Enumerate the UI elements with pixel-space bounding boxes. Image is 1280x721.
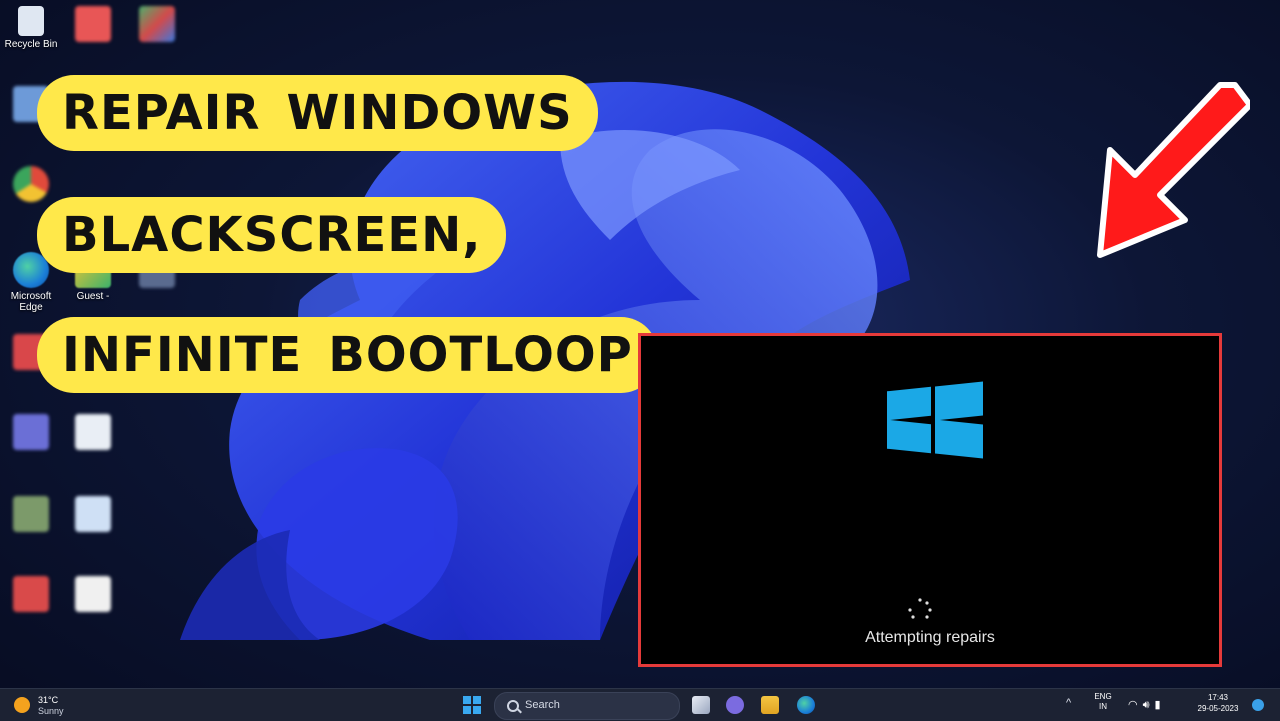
title-line-1: REPAIR WINDOWS [40, 78, 595, 148]
notification-icon[interactable] [1252, 699, 1264, 711]
desktop-icon-label: Recycle Bin [4, 39, 58, 50]
title-word: BOOTLOOP [328, 327, 633, 383]
desktop-icon-blurred-11[interactable] [0, 576, 62, 615]
desktop: Recycle Bin Microsoft Edge Guest - REPAI… [0, 0, 1280, 688]
language-line1: ENG [1094, 692, 1112, 701]
volume-icon: 🔊︎ [1142, 699, 1155, 711]
language-indicator[interactable]: ENG IN [1092, 692, 1114, 712]
sun-icon [14, 697, 30, 713]
windows-logo-icon [887, 381, 983, 459]
chrome-icon [13, 166, 49, 202]
desktop-icon-blurred-8[interactable] [62, 414, 124, 453]
red-arrow-icon [1097, 82, 1250, 258]
desktop-icon-blurred-2[interactable] [126, 6, 188, 45]
weather-condition: Sunny [38, 706, 64, 716]
task-view-icon[interactable] [692, 696, 710, 714]
desktop-icon-blurred-12[interactable] [62, 576, 124, 615]
tray-overflow-chevron-icon[interactable]: ^ [1066, 697, 1071, 709]
title-word: REPAIR [62, 85, 261, 141]
desktop-icon-blurred-9[interactable] [0, 496, 62, 535]
clock-date: 29-05-2023 [1197, 704, 1239, 713]
document-icon [75, 496, 111, 532]
title-word: WINDOWS [286, 85, 573, 141]
app-icon [13, 576, 49, 612]
edge-icon [13, 252, 49, 288]
title-line-2: BLACKSCREEN, [40, 200, 504, 270]
desktop-icon-label: Guest - [76, 291, 110, 302]
taskbar-search-box[interactable]: Search [494, 692, 680, 720]
weather-temp: 31°C [38, 695, 59, 705]
recycle-bin-icon [18, 6, 44, 36]
search-placeholder: Search [525, 699, 560, 711]
desktop-icon-blurred-7[interactable] [0, 414, 62, 453]
desktop-icon-label: Microsoft Edge [10, 291, 52, 313]
clock[interactable]: 17:43 29-05-2023 [1188, 692, 1248, 714]
document-icon [75, 6, 111, 42]
search-icon [507, 700, 519, 712]
teams-chat-icon[interactable] [726, 696, 744, 714]
app-icon [139, 6, 175, 42]
edge-icon[interactable] [797, 696, 815, 714]
battery-icon: ▮ [1154, 699, 1166, 711]
language-line2: IN [1099, 702, 1107, 711]
start-button[interactable] [463, 696, 481, 714]
clock-time: 17:43 [1207, 693, 1229, 702]
wifi-icon: ◠ [1128, 699, 1143, 711]
title-line-3: INFINITE BOOTLOOP [40, 320, 655, 390]
taskbar: 31°C Sunny Search ^ ENG IN ◠🔊︎▮ 17:43 29… [0, 688, 1280, 721]
document-icon [75, 414, 111, 450]
title-word: BLACKSCREEN, [62, 207, 482, 263]
attempting-repairs-text: Attempting repairs [865, 629, 995, 646]
desktop-icon-blurred-1[interactable] [62, 6, 124, 45]
boot-screen-inset: Attempting repairs [638, 333, 1222, 667]
desktop-icon-blurred-10[interactable] [62, 496, 124, 535]
system-tray-icons[interactable]: ◠🔊︎▮ [1128, 698, 1166, 712]
file-explorer-icon[interactable] [761, 696, 779, 714]
desktop-icon-recycle-bin[interactable]: Recycle Bin [0, 6, 62, 50]
app-icon [13, 496, 49, 532]
teams-icon [13, 414, 49, 450]
document-icon [75, 576, 111, 612]
title-word: INFINITE [62, 327, 303, 383]
loading-spinner-icon [908, 598, 932, 619]
desktop-icon-blurred-4[interactable] [0, 166, 62, 205]
